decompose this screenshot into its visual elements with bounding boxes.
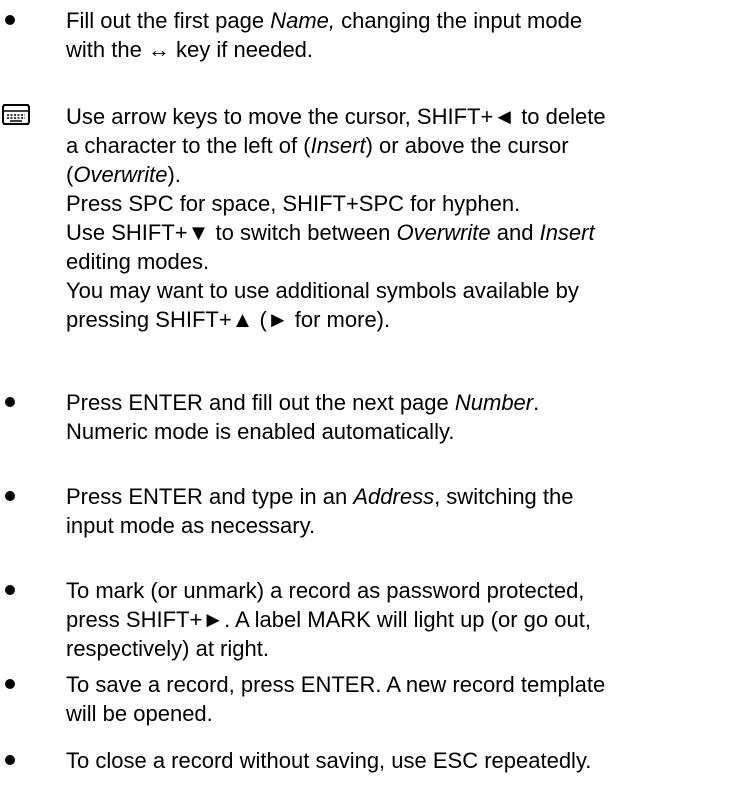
text-line: editing modes. — [66, 247, 726, 276]
instruction-text: Fill out the first page Name, changing t… — [66, 6, 726, 64]
bullet-dot-icon — [5, 585, 15, 595]
text-run: To close a record without saving, use ES… — [66, 748, 592, 773]
text-line: Use arrow keys to move the cursor, SHIFT… — [66, 102, 726, 131]
bullet-dot-icon — [5, 679, 15, 689]
text-run: , switching the — [434, 484, 574, 509]
instruction-text: To close a record without saving, use ES… — [66, 746, 726, 775]
text-run: Press ENTER and type in an — [66, 484, 354, 509]
text-run: respectively) at right. — [66, 636, 269, 661]
text-run: ). — [167, 162, 181, 187]
text-run: Fill out the first page — [66, 8, 271, 33]
text-run: You may want to use additional symbols a… — [66, 278, 579, 303]
text-run: press SHIFT+►. A label MARK will light u… — [66, 607, 591, 632]
text-line: Press ENTER and type in an Address, swit… — [66, 482, 726, 511]
text-run: changing the input mode — [335, 8, 583, 33]
text-run: Press SPC for space, SHIFT+SPC for hyphe… — [66, 191, 521, 216]
text-run: Press ENTER and fill out the next page — [66, 390, 455, 415]
italic-term: Number — [454, 390, 534, 415]
text-run: ) or above the cursor — [365, 133, 569, 158]
text-run: with the ↔ key if needed. — [66, 37, 314, 62]
text-line: with the ↔ key if needed. — [66, 35, 726, 64]
text-line: To save a record, press ENTER. A new rec… — [66, 670, 726, 699]
text-run: will be opened. — [66, 701, 213, 726]
text-run: To mark (or unmark) a record as password… — [66, 578, 585, 603]
text-line: a character to the left of (Insert) or a… — [66, 131, 726, 160]
text-run: and — [490, 220, 540, 245]
instruction-text: Press ENTER and type in an Address, swit… — [66, 482, 726, 540]
text-line: To mark (or unmark) a record as password… — [66, 576, 726, 605]
text-run: . — [533, 390, 540, 415]
text-line: You may want to use additional symbols a… — [66, 276, 726, 305]
bullet-dot-icon — [5, 397, 15, 407]
text-run: input mode as necessary. — [66, 513, 316, 538]
text-line: Fill out the first page Name, changing t… — [66, 6, 726, 35]
text-run: Numeric mode is enabled automatically. — [66, 419, 455, 444]
text-line: respectively) at right. — [66, 634, 726, 663]
instruction-text: To save a record, press ENTER. A new rec… — [66, 670, 726, 728]
instruction-text: Use arrow keys to move the cursor, SHIFT… — [66, 102, 726, 334]
italic-term: Name, — [270, 8, 336, 33]
text-line: Press ENTER and fill out the next page N… — [66, 388, 726, 417]
text-line: input mode as necessary. — [66, 511, 726, 540]
text-line: press SHIFT+►. A label MARK will light u… — [66, 605, 726, 634]
text-run: a character to the left of ( — [66, 133, 311, 158]
bullet-dot-icon — [5, 15, 15, 25]
italic-term: Insert — [310, 133, 366, 158]
text-line: pressing SHIFT+▲ (► for more). — [66, 305, 726, 334]
text-run: Use SHIFT+▼ to switch between — [66, 220, 397, 245]
italic-term: Overwrite — [396, 220, 491, 245]
bullet-dot-icon — [5, 755, 15, 765]
text-run: Use arrow keys to move the cursor, SHIFT… — [66, 104, 606, 129]
instruction-text: Press ENTER and fill out the next page N… — [66, 388, 726, 446]
text-line: Numeric mode is enabled automatically. — [66, 417, 726, 446]
text-line: will be opened. — [66, 699, 726, 728]
text-line: To close a record without saving, use ES… — [66, 746, 726, 775]
text-line: Use SHIFT+▼ to switch between Overwrite … — [66, 218, 726, 247]
text-run: To save a record, press ENTER. A new rec… — [66, 672, 606, 697]
text-run: pressing SHIFT+▲ (► for more). — [66, 307, 391, 332]
italic-term: Address — [353, 484, 435, 509]
text-line: Press SPC for space, SHIFT+SPC for hyphe… — [66, 189, 726, 218]
italic-term: Overwrite — [73, 162, 168, 187]
text-run: editing modes. — [66, 249, 210, 274]
keyboard-icon — [2, 104, 30, 125]
text-line: (Overwrite). — [66, 160, 726, 189]
italic-term: Insert — [539, 220, 595, 245]
instruction-text: To mark (or unmark) a record as password… — [66, 576, 726, 663]
bullet-dot-icon — [5, 491, 15, 501]
instructions-page: Fill out the first page Name, changing t… — [0, 0, 729, 787]
